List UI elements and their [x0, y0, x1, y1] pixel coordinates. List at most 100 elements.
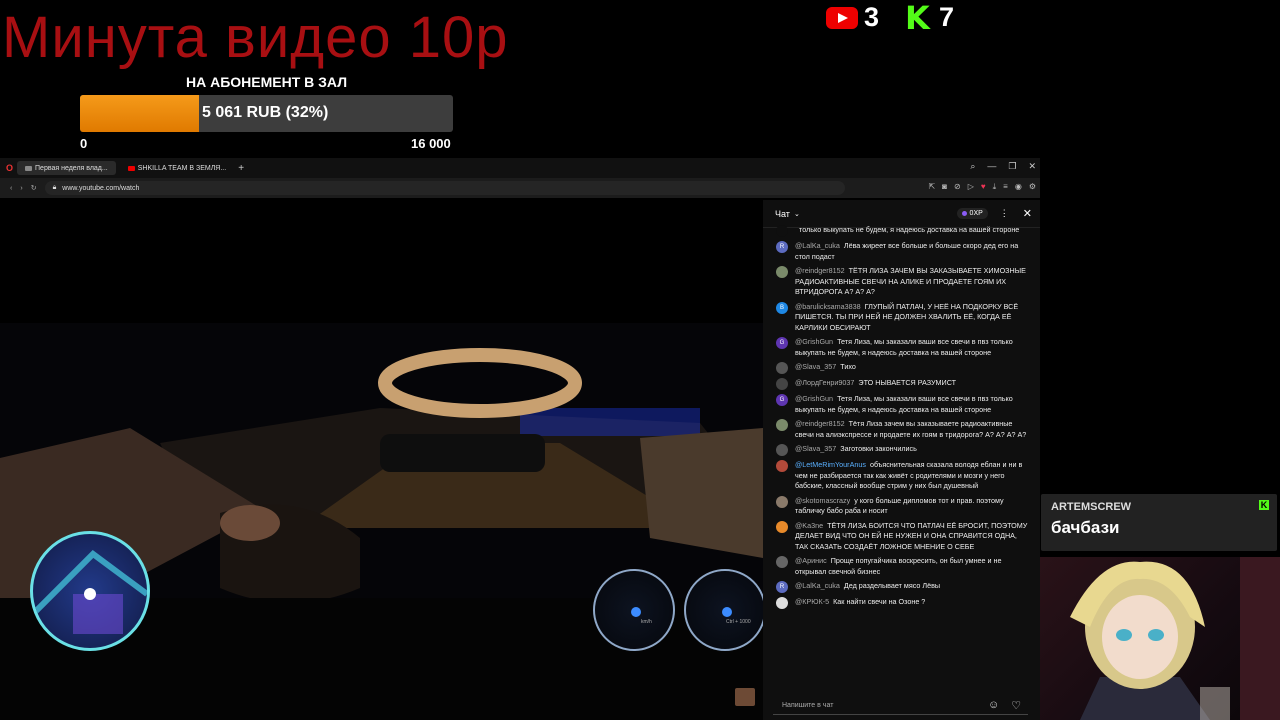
- chat-avatar[interactable]: R: [776, 241, 788, 253]
- chat-avatar[interactable]: R: [776, 581, 788, 593]
- chat-message[interactable]: @Аринис Проще попугайчика воскресить, он …: [763, 555, 1040, 580]
- chat-message-text: @КРЮК-5 Как найти свечи на Озоне ?: [795, 597, 925, 609]
- gauge-label: km/h: [641, 619, 652, 625]
- chat-body: Тихо: [840, 362, 856, 371]
- chat-avatar[interactable]: [776, 495, 788, 508]
- profile-icon[interactable]: ◉: [1015, 182, 1022, 192]
- chat-author[interactable]: @КРЮК-5: [795, 597, 829, 606]
- chat-title[interactable]: Чат: [775, 209, 790, 219]
- close-icon[interactable]: ✕: [1023, 207, 1032, 220]
- new-tab-button[interactable]: +: [238, 163, 244, 174]
- chat-avatar[interactable]: [776, 597, 788, 609]
- chat-message[interactable]: R @LalKa_cuka Лёва жиреет все больше и бол…: [763, 240, 1040, 265]
- chat-message[interactable]: @Slava_357 Тихо: [763, 361, 1040, 377]
- minimap-roads: [33, 550, 147, 634]
- chat-author[interactable]: @skotomascrazy: [795, 496, 850, 505]
- goal-max-value: 16 000: [411, 136, 451, 151]
- chat-message-text: @skotomascrazy у кого больше дипломов тот…: [795, 496, 1032, 517]
- chat-message-text: @reindger8152 Тётя Лиза зачем вы заказыва…: [795, 419, 1032, 440]
- chat-message[interactable]: @skotomascrazy у кого больше дипломов тот…: [763, 495, 1040, 520]
- chat-message[interactable]: @КРЮК-5 Как найти свечи на Озоне ?: [763, 596, 1040, 612]
- chat-avatar[interactable]: [776, 556, 788, 568]
- play-icon[interactable]: ▷: [968, 182, 974, 192]
- chat-author[interactable]: @LalKa_cuka: [795, 581, 840, 590]
- chat-avatar[interactable]: B: [776, 301, 788, 314]
- shield-icon: [25, 165, 33, 171]
- chat-message-text: @Slava_357 Тихо: [795, 362, 856, 374]
- chat-author[interactable]: @reindger8152: [795, 266, 845, 275]
- chat-author[interactable]: @Ka3ne: [795, 521, 823, 530]
- chat-author[interactable]: @barulicksama3838: [795, 302, 861, 311]
- minimize-icon[interactable]: —: [987, 161, 996, 172]
- tab-label: SHKILLA TEAM В ЗЕМЛЯ...: [137, 164, 227, 172]
- chat-message-text: @reindger8152 ТЁТЯ ЛИЗА ЗАЧЕМ ВЫ ЗАКАЗЫВА…: [795, 266, 1032, 298]
- chat-message[interactable]: R @LalKa_cuka Дед разделывает мясо Лёвы: [763, 580, 1040, 596]
- opera-icon[interactable]: O: [6, 163, 13, 173]
- chat-avatar[interactable]: [776, 266, 788, 278]
- alert-message: бачбази: [1051, 518, 1120, 537]
- close-icon[interactable]: ✕: [1028, 161, 1036, 172]
- more-options-icon[interactable]: ⋮: [1000, 208, 1009, 219]
- chat-author[interactable]: @reindger8152: [795, 419, 845, 428]
- chevron-down-icon[interactable]: ⌄: [794, 210, 800, 218]
- adblock-icon[interactable]: ⊘: [954, 182, 961, 192]
- forward-icon[interactable]: ›: [20, 185, 22, 192]
- share-icon[interactable]: ⇱: [928, 182, 935, 192]
- heart-icon[interactable]: ♥: [981, 182, 986, 192]
- youtube-viewer-counter: 3: [826, 2, 879, 33]
- chat-message[interactable]: @LetMeRimYourAnus объяснительная сказала …: [763, 459, 1040, 495]
- camera-icon[interactable]: ◙: [942, 182, 947, 192]
- alert-username: ARTEMSCREW: [1051, 501, 1132, 513]
- player-marker: [84, 588, 96, 600]
- extensions-icon[interactable]: ⚙: [1029, 182, 1036, 192]
- chat-message[interactable]: B @barulicksama3838 ГЛУПЫЙ ПАТЛАЧ, У НЕЁ Н…: [763, 301, 1040, 337]
- chat-message[interactable]: @reindger8152 Тётя Лиза зачем вы заказыва…: [763, 418, 1040, 443]
- chat-avatar[interactable]: G: [776, 394, 788, 406]
- chat-message-list[interactable]: только выкупать не будем, я надеюсь дост…: [763, 224, 1040, 692]
- chat-message-text: @Slava_357 Заготовки закончились: [795, 444, 917, 456]
- chat-message[interactable]: G @GrishGun Тетя Лиза, мы заказали ваши вс…: [763, 393, 1040, 418]
- chat-author[interactable]: @GrishGun: [795, 337, 833, 346]
- streamer-avatar-cam: [1040, 557, 1280, 720]
- emoji-icon[interactable]: ☺: [988, 699, 999, 712]
- chat-message[interactable]: только выкупать не будем, я надеюсь дост…: [763, 224, 1040, 240]
- chat-message[interactable]: @reindger8152 ТЁТЯ ЛИЗА ЗАЧЕМ ВЫ ЗАКАЗЫВА…: [763, 265, 1040, 301]
- chat-author[interactable]: @ЛордГенри9037: [795, 378, 854, 387]
- chat-body: Дед разделывает мясо Лёвы: [843, 581, 941, 590]
- chat-avatar[interactable]: [776, 362, 788, 374]
- chat-message[interactable]: @Ka3ne ТЁТЯ ЛИЗА БОИТСЯ ЧТО ПАТЛАЧ ЕЁ БРО…: [763, 520, 1040, 556]
- back-icon[interactable]: ‹: [10, 185, 12, 192]
- url-field[interactable]: 🔒︎ www.youtube.com/watch: [44, 181, 845, 195]
- window-controls: ⌕ — ❐ ✕: [970, 161, 1036, 172]
- chat-avatar[interactable]: [776, 225, 788, 237]
- gauge-needle: [631, 607, 641, 617]
- maximize-icon[interactable]: ❐: [1008, 161, 1016, 172]
- chat-author[interactable]: @Slava_357: [795, 444, 836, 453]
- chat-author[interactable]: @LetMeRimYourAnus: [795, 460, 866, 469]
- chat-avatar[interactable]: [776, 444, 788, 456]
- xp-badge[interactable]: 0XP: [956, 208, 988, 219]
- chat-message-text: @Ka3ne ТЁТЯ ЛИЗА БОИТСЯ ЧТО ПАТЛАЧ ЕЁ БРО…: [795, 521, 1032, 553]
- chat-message-text: только выкупать не будем, я надеюсь дост…: [795, 225, 1019, 237]
- chat-message[interactable]: @Slava_357 Заготовки закончились: [763, 443, 1040, 459]
- chat-author[interactable]: @LalKa_cuka: [795, 241, 840, 250]
- chat-author[interactable]: @Аринис: [795, 556, 827, 565]
- browser-tab-2[interactable]: SHKILLA TEAM В ЗЕМЛЯ...: [120, 161, 234, 175]
- reload-icon[interactable]: ↻: [31, 184, 37, 192]
- chat-message[interactable]: G @GrishGun Тетя Лиза, мы заказали ваши вс…: [763, 336, 1040, 361]
- chat-message-text: @barulicksama3838 ГЛУПЫЙ ПАТЛАЧ, У НЕЁ НА…: [795, 302, 1032, 334]
- chat-body: Заготовки закончились: [840, 444, 917, 453]
- download-icon[interactable]: ⤓: [993, 182, 997, 192]
- heart-icon[interactable]: ♡: [1011, 699, 1021, 712]
- chat-message[interactable]: @ЛордГенри9037 ЭТО НЫВАЕТСЯ РАЗУМИСТ: [763, 377, 1040, 393]
- search-icon[interactable]: ⌕: [970, 161, 975, 172]
- chat-avatar[interactable]: [776, 460, 788, 472]
- browser-tab-1[interactable]: Первая неделя влад...: [17, 161, 116, 175]
- chat-avatar[interactable]: G: [776, 337, 788, 349]
- chat-avatar[interactable]: [776, 378, 788, 390]
- chat-author[interactable]: @Slava_357: [795, 362, 836, 371]
- chat-avatar[interactable]: [776, 419, 788, 431]
- menu-icon[interactable]: ≡: [1003, 182, 1008, 192]
- chat-avatar[interactable]: [776, 520, 788, 533]
- chat-author[interactable]: @GrishGun: [795, 394, 833, 403]
